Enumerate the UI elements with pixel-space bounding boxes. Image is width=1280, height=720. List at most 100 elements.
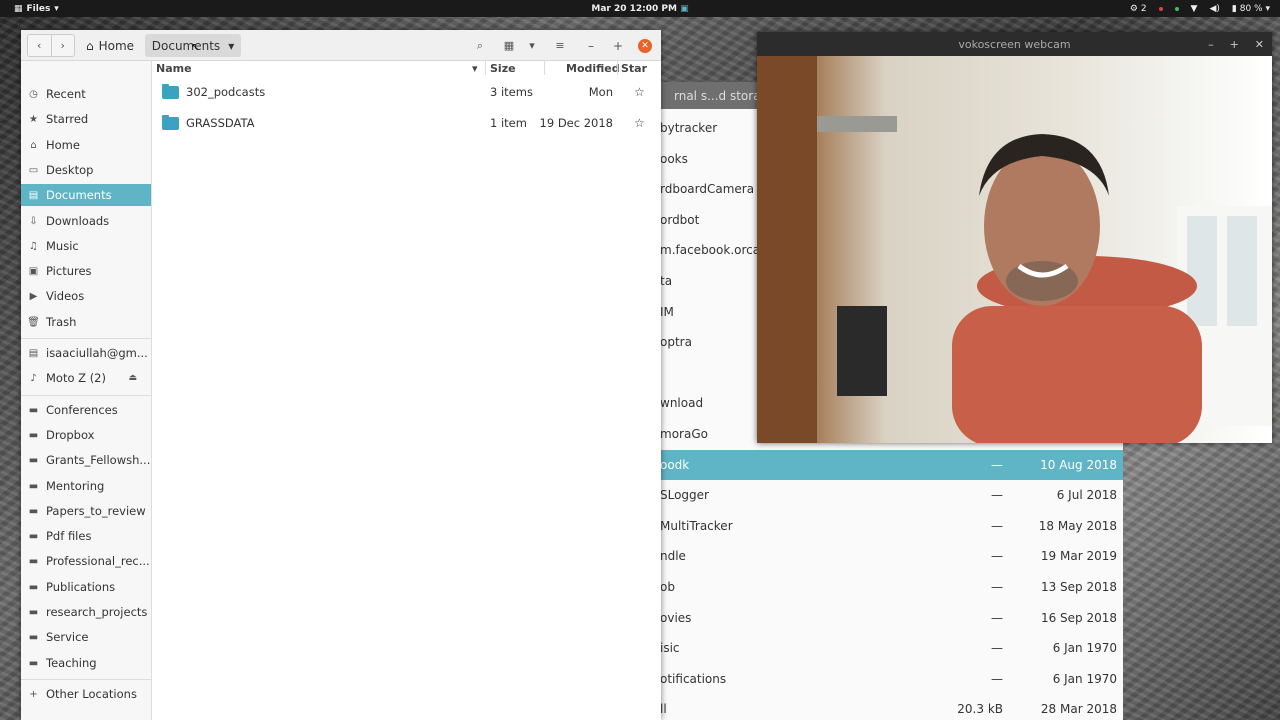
desktop-icon: ▭ (28, 164, 39, 176)
sidebar-item[interactable]: ▬ Conferences (21, 399, 151, 421)
file-name: GRASSDATA (186, 116, 255, 130)
background-file-row[interactable]: ndle — 19 Mar 2019 (660, 541, 1123, 571)
back-icon[interactable]: ‹ (28, 35, 52, 56)
column-modified[interactable]: Modified (566, 61, 620, 75)
system-tray[interactable]: ⚙ 2 ▼ ◀) ▮ 80 % ▾ (1130, 0, 1270, 17)
minimize-button[interactable]: – (581, 34, 601, 57)
sidebar-item[interactable]: ▬ Professional_rec... (21, 550, 151, 572)
background-file-date: 6 Jan 1970 (1052, 671, 1117, 686)
menu-button[interactable]: ≡ (549, 34, 571, 57)
eject-icon[interactable]: ⏏ (128, 373, 137, 383)
plus-icon: + (29, 688, 38, 700)
sidebar-item[interactable]: ▤ isaaciullah@gm... (21, 342, 151, 364)
sidebar-item[interactable]: ▣ Pictures (21, 260, 151, 282)
download-icon: ⇩ (29, 215, 38, 227)
file-row[interactable]: 302_podcasts 3 items Mon ☆ (152, 77, 661, 107)
background-file-name: optra (660, 335, 692, 350)
breadcrumb-home[interactable]: ⌂ Home (79, 34, 141, 57)
search-button[interactable]: ⌕ (467, 34, 493, 57)
background-file-row[interactable]: MultiTracker — 18 May 2018 (660, 511, 1123, 541)
header-bar: ‹ › ⌂ Home Documents ▾ ⌕ ▦ ▾ ≡ – + ✕ (21, 30, 661, 61)
search-icon: ⌕ (476, 38, 484, 52)
sidebar-item[interactable]: ▶ Videos (21, 285, 151, 307)
sidebar-item[interactable]: ▤ Documents (21, 184, 151, 206)
sidebar-item-label: isaaciullah@gm... (46, 346, 148, 360)
background-file-row[interactable]: isic — 6 Jan 1970 (660, 633, 1123, 663)
background-file-name: ovies (660, 610, 692, 625)
sidebar-item[interactable]: ▬ Teaching (21, 652, 151, 674)
folder-icon (162, 115, 179, 130)
background-file-row[interactable]: ll 20.3 kB 28 Mar 2018 (660, 694, 1123, 720)
column-size[interactable]: Size (490, 61, 516, 75)
phone-icon: ♪ (30, 372, 37, 384)
sidebar-item-label: Recent (46, 87, 86, 101)
breadcrumb-current-label: Documents (151, 38, 221, 53)
files-window[interactable]: ‹ › ⌂ Home Documents ▾ ⌕ ▦ ▾ ≡ – + ✕ ◷ Re… (21, 30, 661, 720)
close-icon[interactable]: ✕ (1255, 38, 1264, 51)
file-modified: Mon (588, 85, 613, 99)
background-file-name: ndle (660, 549, 686, 564)
sidebar-item[interactable]: ▬ Mentoring (21, 475, 151, 497)
webcam-scene-image (757, 56, 1272, 443)
clock[interactable]: Mar 20 12:00 PM ▣ (0, 4, 1280, 14)
sidebar-item[interactable]: ▬ Papers_to_review (21, 500, 151, 522)
updates-indicator[interactable]: ⚙ 2 (1130, 4, 1147, 14)
sidebar-item[interactable]: ▬ Dropbox (21, 424, 151, 446)
sidebar-item[interactable]: ⌂ Home (21, 134, 151, 156)
folder-icon: ▬ (28, 404, 39, 416)
background-file-date: 19 Mar 2019 (1040, 549, 1117, 564)
file-row[interactable]: GRASSDATA 1 item 19 Dec 2018 ☆ (152, 108, 661, 138)
sidebar-item[interactable]: ▬ Publications (21, 576, 151, 598)
volume-icon: ◀) (1209, 3, 1220, 14)
sidebar-separator (21, 338, 151, 339)
sidebar-item[interactable]: ♫ Music (21, 235, 151, 257)
background-file-row[interactable]: ob — 13 Sep 2018 (660, 572, 1123, 602)
sidebar-item-label: research_projects (46, 605, 148, 619)
sidebar-item[interactable]: ♪ Moto Z (2) ⏏ (21, 367, 151, 389)
sidebar-item[interactable]: ★ Starred (21, 108, 151, 130)
column-name[interactable]: Name (156, 61, 192, 75)
file-size: 3 items (490, 85, 533, 99)
webcam-window[interactable]: vokoscreen webcam – + ✕ (757, 32, 1272, 443)
sidebar-item[interactable]: ▭ Desktop (21, 159, 151, 181)
background-file-date: 13 Sep 2018 (1040, 580, 1117, 594)
sidebar-item[interactable]: ▬ research_projects (21, 601, 151, 623)
sort-desc-icon[interactable]: ▾ (472, 61, 478, 75)
maximize-button[interactable]: + (608, 34, 628, 57)
background-file-size: — (991, 488, 1003, 503)
background-file-name: bytracker (660, 121, 718, 135)
close-button[interactable]: ✕ (638, 34, 652, 57)
background-file-row[interactable]: SLogger — 6 Jul 2018 (660, 480, 1123, 510)
background-file-size: — (991, 641, 1003, 656)
background-file-row[interactable]: ovies — 16 Sep 2018 (660, 603, 1123, 633)
column-star[interactable]: Star (621, 61, 647, 75)
background-file-date: 28 Mar 2018 (1040, 702, 1117, 717)
sidebar-item[interactable]: 🗑 Trash (21, 311, 151, 333)
sidebar-item[interactable]: ▬ Service (21, 626, 151, 648)
sidebar-item[interactable]: ▬ Pdf files (21, 525, 151, 547)
breadcrumb-home-label: Home (98, 38, 135, 53)
sidebar-item[interactable]: ▬ Grants_Fellowsh... (21, 449, 151, 471)
sidebar-item-label: Teaching (46, 656, 97, 670)
sidebar-item[interactable]: ⇩ Downloads (21, 210, 151, 232)
sidebar-item[interactable]: + Other Locations (21, 683, 151, 705)
star-icon[interactable]: ☆ (634, 116, 645, 130)
background-file-row[interactable]: otifications — 6 Jan 1970 (660, 664, 1123, 694)
maximize-icon[interactable]: + (1230, 38, 1239, 51)
view-grid-button[interactable]: ▦ (497, 34, 521, 57)
forward-icon[interactable]: › (52, 35, 75, 56)
star-icon[interactable]: ☆ (634, 85, 645, 99)
background-file-name: ll (660, 702, 667, 717)
battery-indicator[interactable]: ▮ 80 % ▾ (1232, 4, 1270, 14)
document-icon: ▤ (28, 189, 39, 201)
background-file-date: 6 Jan 1970 (1052, 641, 1117, 656)
sidebar-item[interactable]: ◷ Recent (21, 83, 151, 105)
view-options-button[interactable]: ▾ (521, 34, 543, 57)
background-file-name: wnload (660, 396, 704, 411)
nav-buttons: ‹ › (27, 34, 75, 57)
sidebar-item-label: Other Locations (46, 687, 137, 701)
minimize-icon[interactable]: – (1208, 38, 1214, 51)
sidebar: ◷ Recent ★ Starred ⌂ Home ▭ Desktop ▤ Documents ⇩ D… (21, 61, 152, 720)
background-file-row[interactable]: oodk — 10 Aug 2018 (660, 449, 1123, 480)
chevron-down-icon[interactable]: ▾ (228, 39, 234, 53)
